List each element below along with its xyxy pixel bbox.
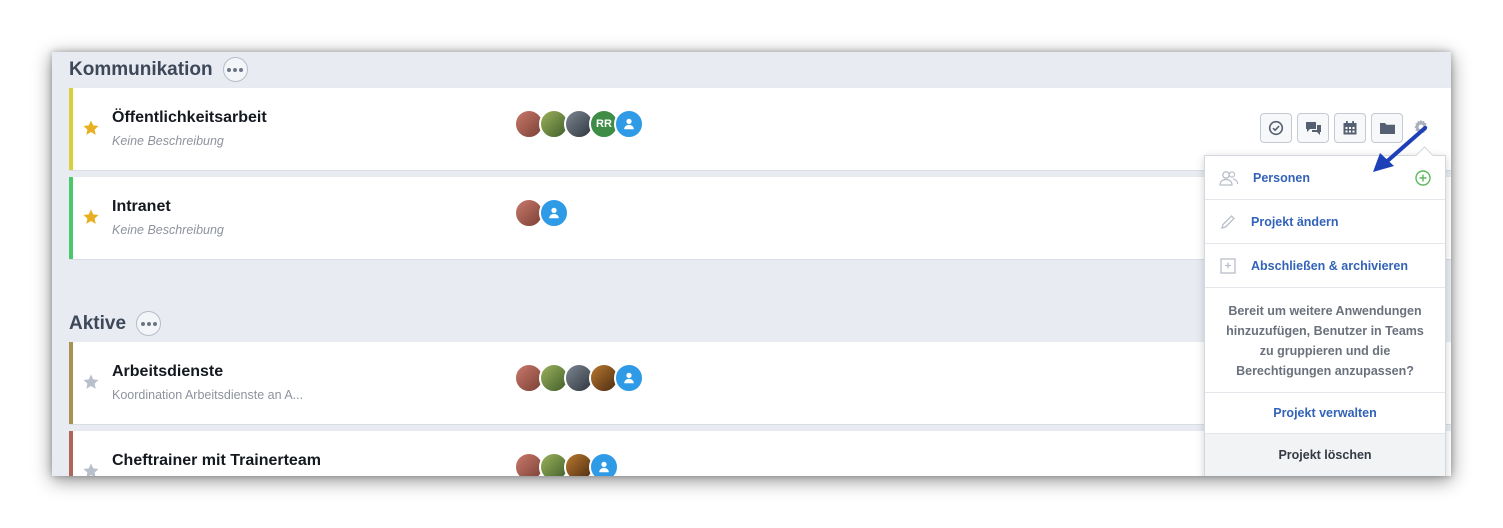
section-header-aktive: Aktive: [69, 311, 162, 336]
project-title[interactable]: Arbeitsdienste: [112, 363, 223, 381]
archive-icon: [1220, 257, 1236, 274]
annotation-arrow-icon: [1373, 126, 1427, 172]
calendar-button[interactable]: [1334, 113, 1366, 143]
star-icon[interactable]: [82, 373, 100, 391]
section-header-kommunikation: Kommunikation: [69, 57, 248, 82]
section-title: Kommunikation: [69, 58, 213, 80]
section-options-button[interactable]: [222, 57, 248, 82]
delete-project-button[interactable]: Projekt löschen: [1205, 434, 1445, 476]
avatar-placeholder-icon[interactable]: [589, 452, 619, 476]
menu-item-archive[interactable]: Abschließen & archivieren: [1205, 244, 1445, 288]
pencil-icon: [1221, 214, 1235, 229]
chat-icon: [1305, 122, 1321, 135]
project-members[interactable]: RR: [514, 109, 644, 139]
avatar-placeholder-icon[interactable]: [539, 198, 569, 228]
menu-item-label: Abschließen & archivieren: [1251, 258, 1409, 273]
projects-panel: Kommunikation Öffentlichkeitsarbeit Kein…: [52, 52, 1451, 476]
project-title[interactable]: Öffentlichkeitsarbeit: [112, 109, 267, 127]
avatar-placeholder-icon[interactable]: [614, 363, 644, 393]
menu-item-label: Projekt ändern: [1251, 214, 1339, 229]
project-description: Keine Beschreibung: [112, 223, 224, 237]
project-members[interactable]: [514, 198, 569, 228]
manage-project-link[interactable]: Projekt verwalten: [1205, 393, 1445, 434]
star-icon[interactable]: [82, 119, 100, 137]
section-options-button[interactable]: [136, 311, 162, 336]
star-icon[interactable]: [82, 462, 100, 476]
tasks-button[interactable]: [1260, 113, 1292, 143]
star-icon[interactable]: [82, 208, 100, 226]
project-description: Keine Beschreibung: [112, 134, 224, 148]
menu-item-label: Personen: [1253, 170, 1310, 185]
people-icon: [1219, 170, 1239, 186]
avatar-placeholder-icon[interactable]: [614, 109, 644, 139]
chat-button[interactable]: [1297, 113, 1329, 143]
project-members[interactable]: [514, 363, 644, 393]
tasks-icon: [1268, 120, 1284, 136]
menu-info-text: Bereit um weitere Anwendungen hinzuzufüg…: [1205, 288, 1445, 393]
project-title[interactable]: Cheftrainer mit Trainerteam: [112, 452, 321, 470]
section-title: Aktive: [69, 312, 127, 334]
project-options-menu: Personen Projekt ändern Abschließen & ar…: [1204, 155, 1446, 476]
project-color-stripe: [69, 177, 73, 259]
menu-item-edit-project[interactable]: Projekt ändern: [1205, 200, 1445, 244]
calendar-icon: [1343, 121, 1357, 135]
project-members[interactable]: [514, 452, 619, 476]
project-description: Koordination Arbeitsdienste an A...: [112, 388, 304, 402]
project-color-stripe: [69, 431, 73, 476]
project-color-stripe: [69, 88, 73, 170]
project-title[interactable]: Intranet: [112, 198, 171, 216]
project-color-stripe: [69, 342, 73, 424]
